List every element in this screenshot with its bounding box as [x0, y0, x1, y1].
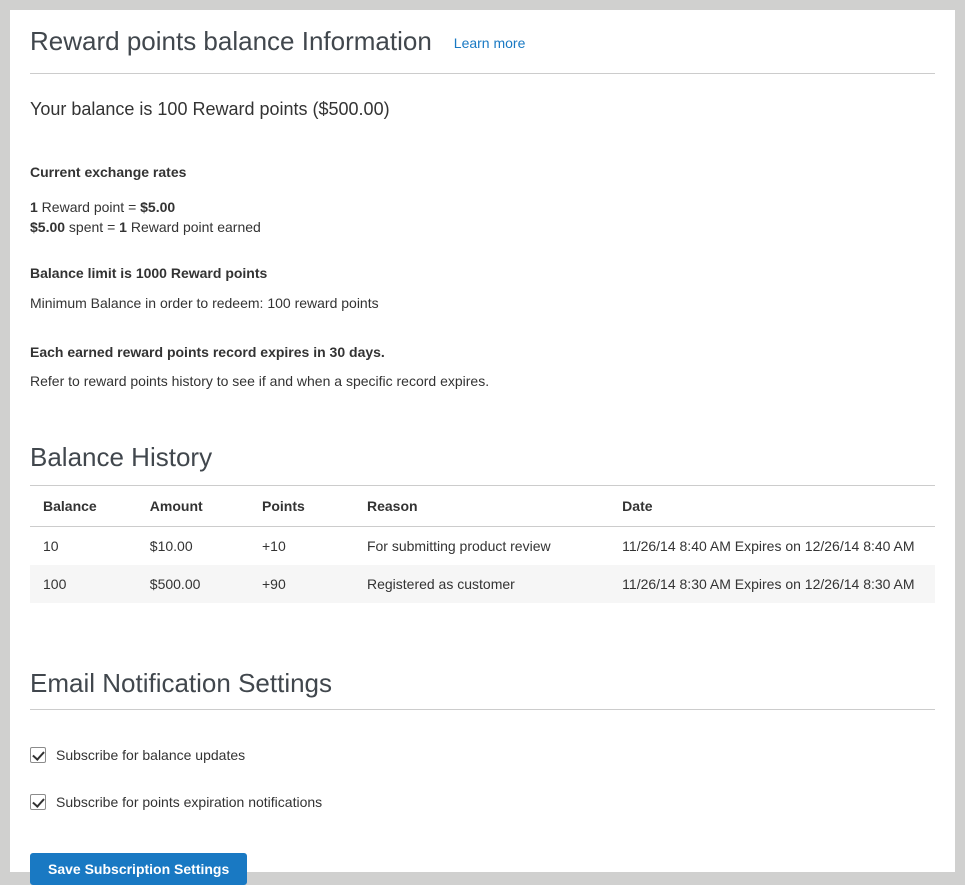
expiry-note: Refer to reward points history to see if…	[30, 371, 935, 391]
balance-limit-text: Balance limit is 1000 Reward points	[30, 263, 935, 283]
exchange-rates-heading: Current exchange rates	[30, 162, 935, 182]
exchange-rates-block: 1 Reward point = $5.00 $5.00 spent = 1 R…	[30, 197, 935, 237]
rate-text: spent =	[65, 219, 119, 235]
reward-points-panel: Reward points balance Information Learn …	[10, 10, 955, 872]
column-header-points: Points	[249, 486, 354, 527]
column-header-amount: Amount	[137, 486, 249, 527]
email-settings-heading: Email Notification Settings	[30, 667, 935, 710]
cell-reason: Registered as customer	[354, 565, 609, 603]
rate-value: $5.00	[140, 199, 175, 215]
column-header-balance: Balance	[30, 486, 137, 527]
rate-value: 1	[119, 219, 127, 235]
cell-date: 11/26/14 8:40 AM Expires on 12/26/14 8:4…	[609, 527, 935, 566]
cell-balance: 10	[30, 527, 137, 566]
cell-points: +10	[249, 527, 354, 566]
cell-date: 11/26/14 8:30 AM Expires on 12/26/14 8:3…	[609, 565, 935, 603]
expiry-heading: Each earned reward points record expires…	[30, 342, 935, 362]
column-header-date: Date	[609, 486, 935, 527]
page-title: Reward points balance Information	[30, 24, 432, 58]
checkbox-label: Subscribe for balance updates	[56, 747, 245, 763]
cell-points: +90	[249, 565, 354, 603]
rate-value: 1	[30, 199, 38, 215]
page-header: Reward points balance Information Learn …	[30, 24, 935, 74]
balance-history-heading: Balance History	[30, 441, 935, 473]
table-row: 10 $10.00 +10 For submitting product rev…	[30, 527, 935, 566]
cell-amount: $500.00	[137, 565, 249, 603]
subscribe-expiration-notifications-row[interactable]: Subscribe for points expiration notifica…	[30, 794, 935, 810]
subscribe-balance-updates-row[interactable]: Subscribe for balance updates	[30, 747, 935, 763]
learn-more-link[interactable]: Learn more	[454, 35, 526, 51]
table-row: 100 $500.00 +90 Registered as customer 1…	[30, 565, 935, 603]
subscribe-balance-updates-checkbox[interactable]	[30, 747, 46, 763]
exchange-rate-line-2: $5.00 spent = 1 Reward point earned	[30, 217, 935, 237]
checkbox-label: Subscribe for points expiration notifica…	[56, 794, 322, 810]
cell-amount: $10.00	[137, 527, 249, 566]
cell-reason: For submitting product review	[354, 527, 609, 566]
column-header-reason: Reason	[354, 486, 609, 527]
save-subscription-settings-button[interactable]: Save Subscription Settings	[30, 853, 247, 885]
rate-text: Reward point earned	[127, 219, 261, 235]
rate-text: Reward point =	[38, 199, 140, 215]
balance-summary: Your balance is 100 Reward points ($500.…	[30, 98, 935, 120]
subscribe-expiration-notifications-checkbox[interactable]	[30, 794, 46, 810]
exchange-rate-line-1: 1 Reward point = $5.00	[30, 197, 935, 217]
rate-value: $5.00	[30, 219, 65, 235]
table-header-row: Balance Amount Points Reason Date	[30, 486, 935, 527]
balance-history-table: Balance Amount Points Reason Date 10 $10…	[30, 485, 935, 603]
minimum-redeem-text: Minimum Balance in order to redeem: 100 …	[30, 293, 935, 313]
cell-balance: 100	[30, 565, 137, 603]
